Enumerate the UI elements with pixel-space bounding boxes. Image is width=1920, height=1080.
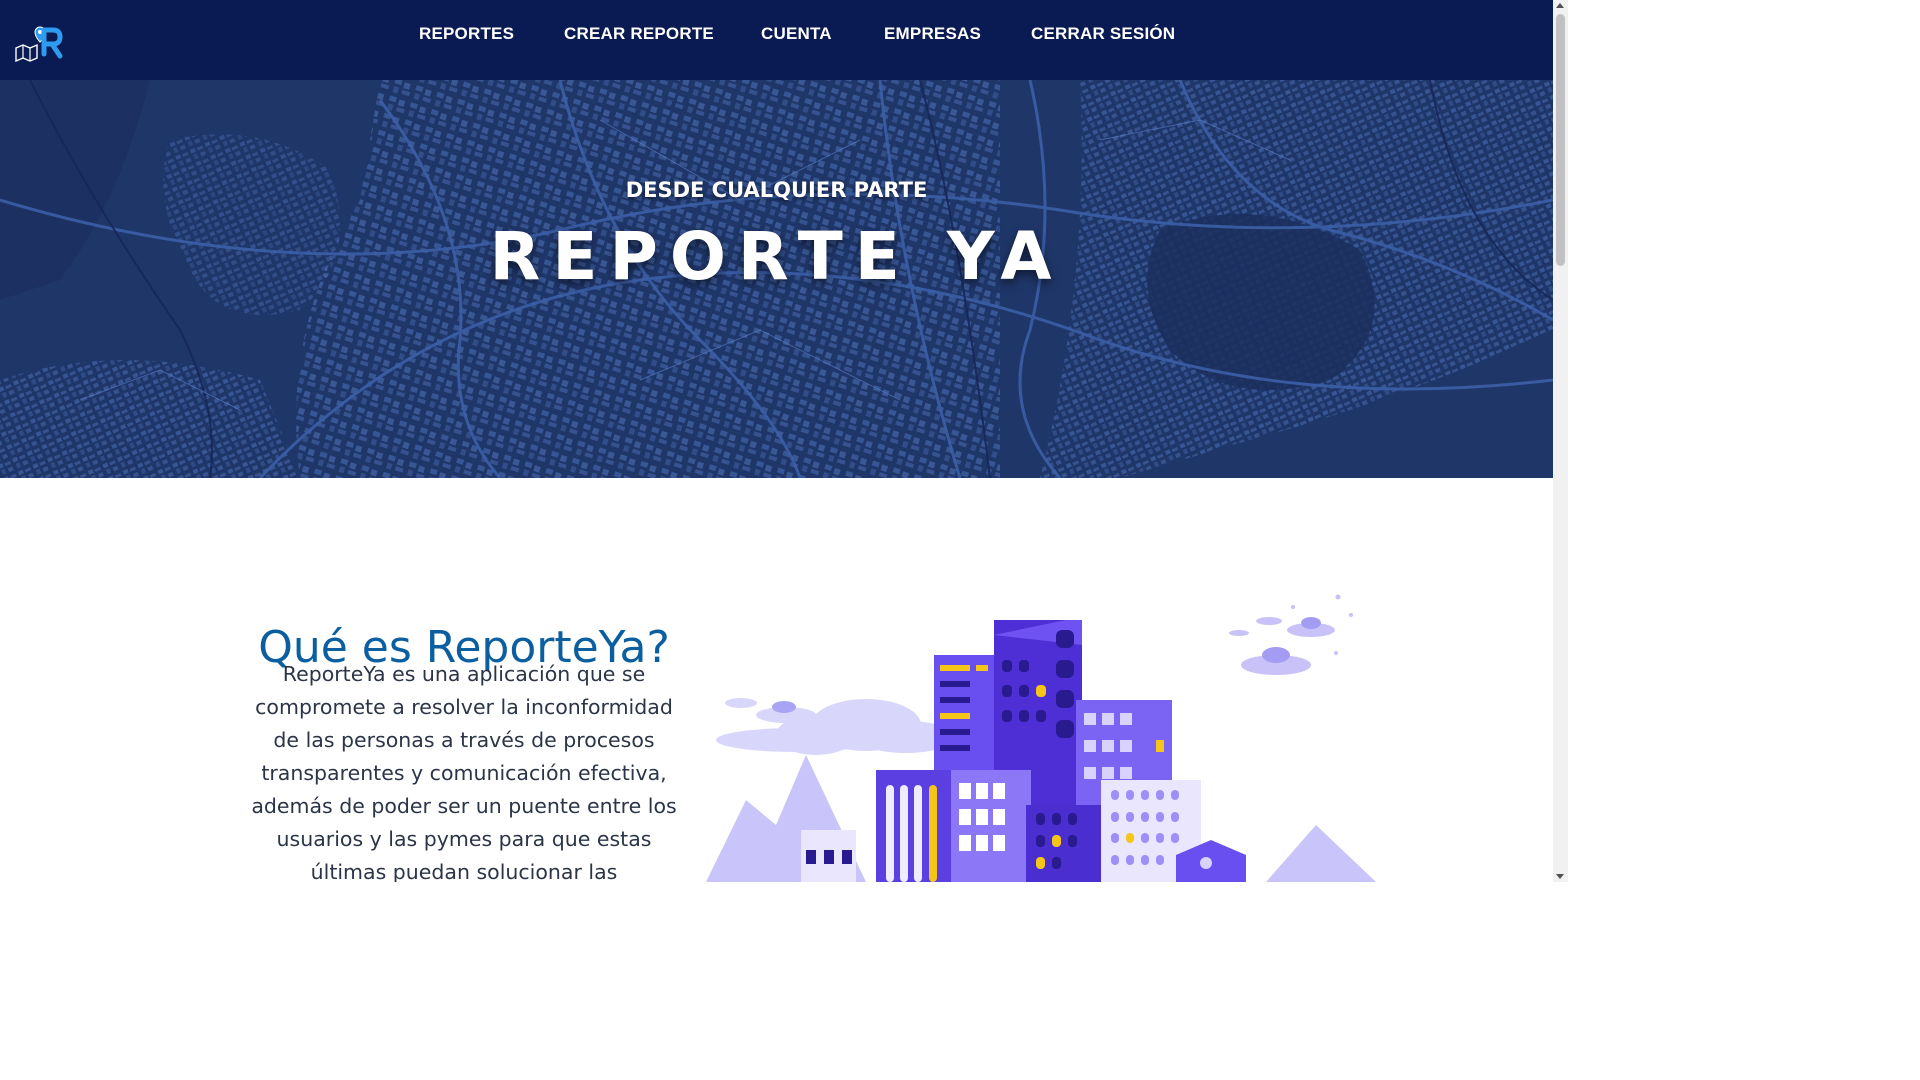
nav-empresas[interactable]: EMPRESAS [884, 24, 981, 44]
page: REPORTES CREAR REPORTE CUENTA EMPRESAS C… [0, 0, 1553, 882]
main-nav: REPORTES CREAR REPORTE CUENTA EMPRESAS C… [0, 24, 1553, 48]
vertical-scrollbar[interactable] [1553, 0, 1568, 882]
city-illustration [706, 594, 1376, 882]
top-navbar: REPORTES CREAR REPORTE CUENTA EMPRESAS C… [0, 0, 1553, 80]
hero-banner: DESDE CUALQUIER PARTE REPORTE YA [0, 80, 1553, 478]
about-description: ReporteYa es una aplicación que se compr… [251, 662, 677, 882]
ufo-illustration [1229, 594, 1353, 675]
scrollbar-thumb[interactable] [1556, 14, 1565, 266]
nav-cuenta[interactable]: CUENTA [761, 24, 832, 44]
hero-title: REPORTE YA [489, 218, 1064, 295]
scroll-up-arrow-icon[interactable] [1556, 3, 1564, 8]
nav-cerrar-sesion[interactable]: CERRAR SESIÓN [1031, 24, 1175, 44]
scroll-down-arrow-icon[interactable] [1556, 874, 1564, 879]
nav-crear-reporte[interactable]: CREAR REPORTE [564, 24, 714, 44]
nav-reportes[interactable]: REPORTES [419, 24, 514, 44]
hero-subtitle: DESDE CUALQUIER PARTE [625, 178, 928, 202]
cloud-illustration [716, 698, 956, 755]
